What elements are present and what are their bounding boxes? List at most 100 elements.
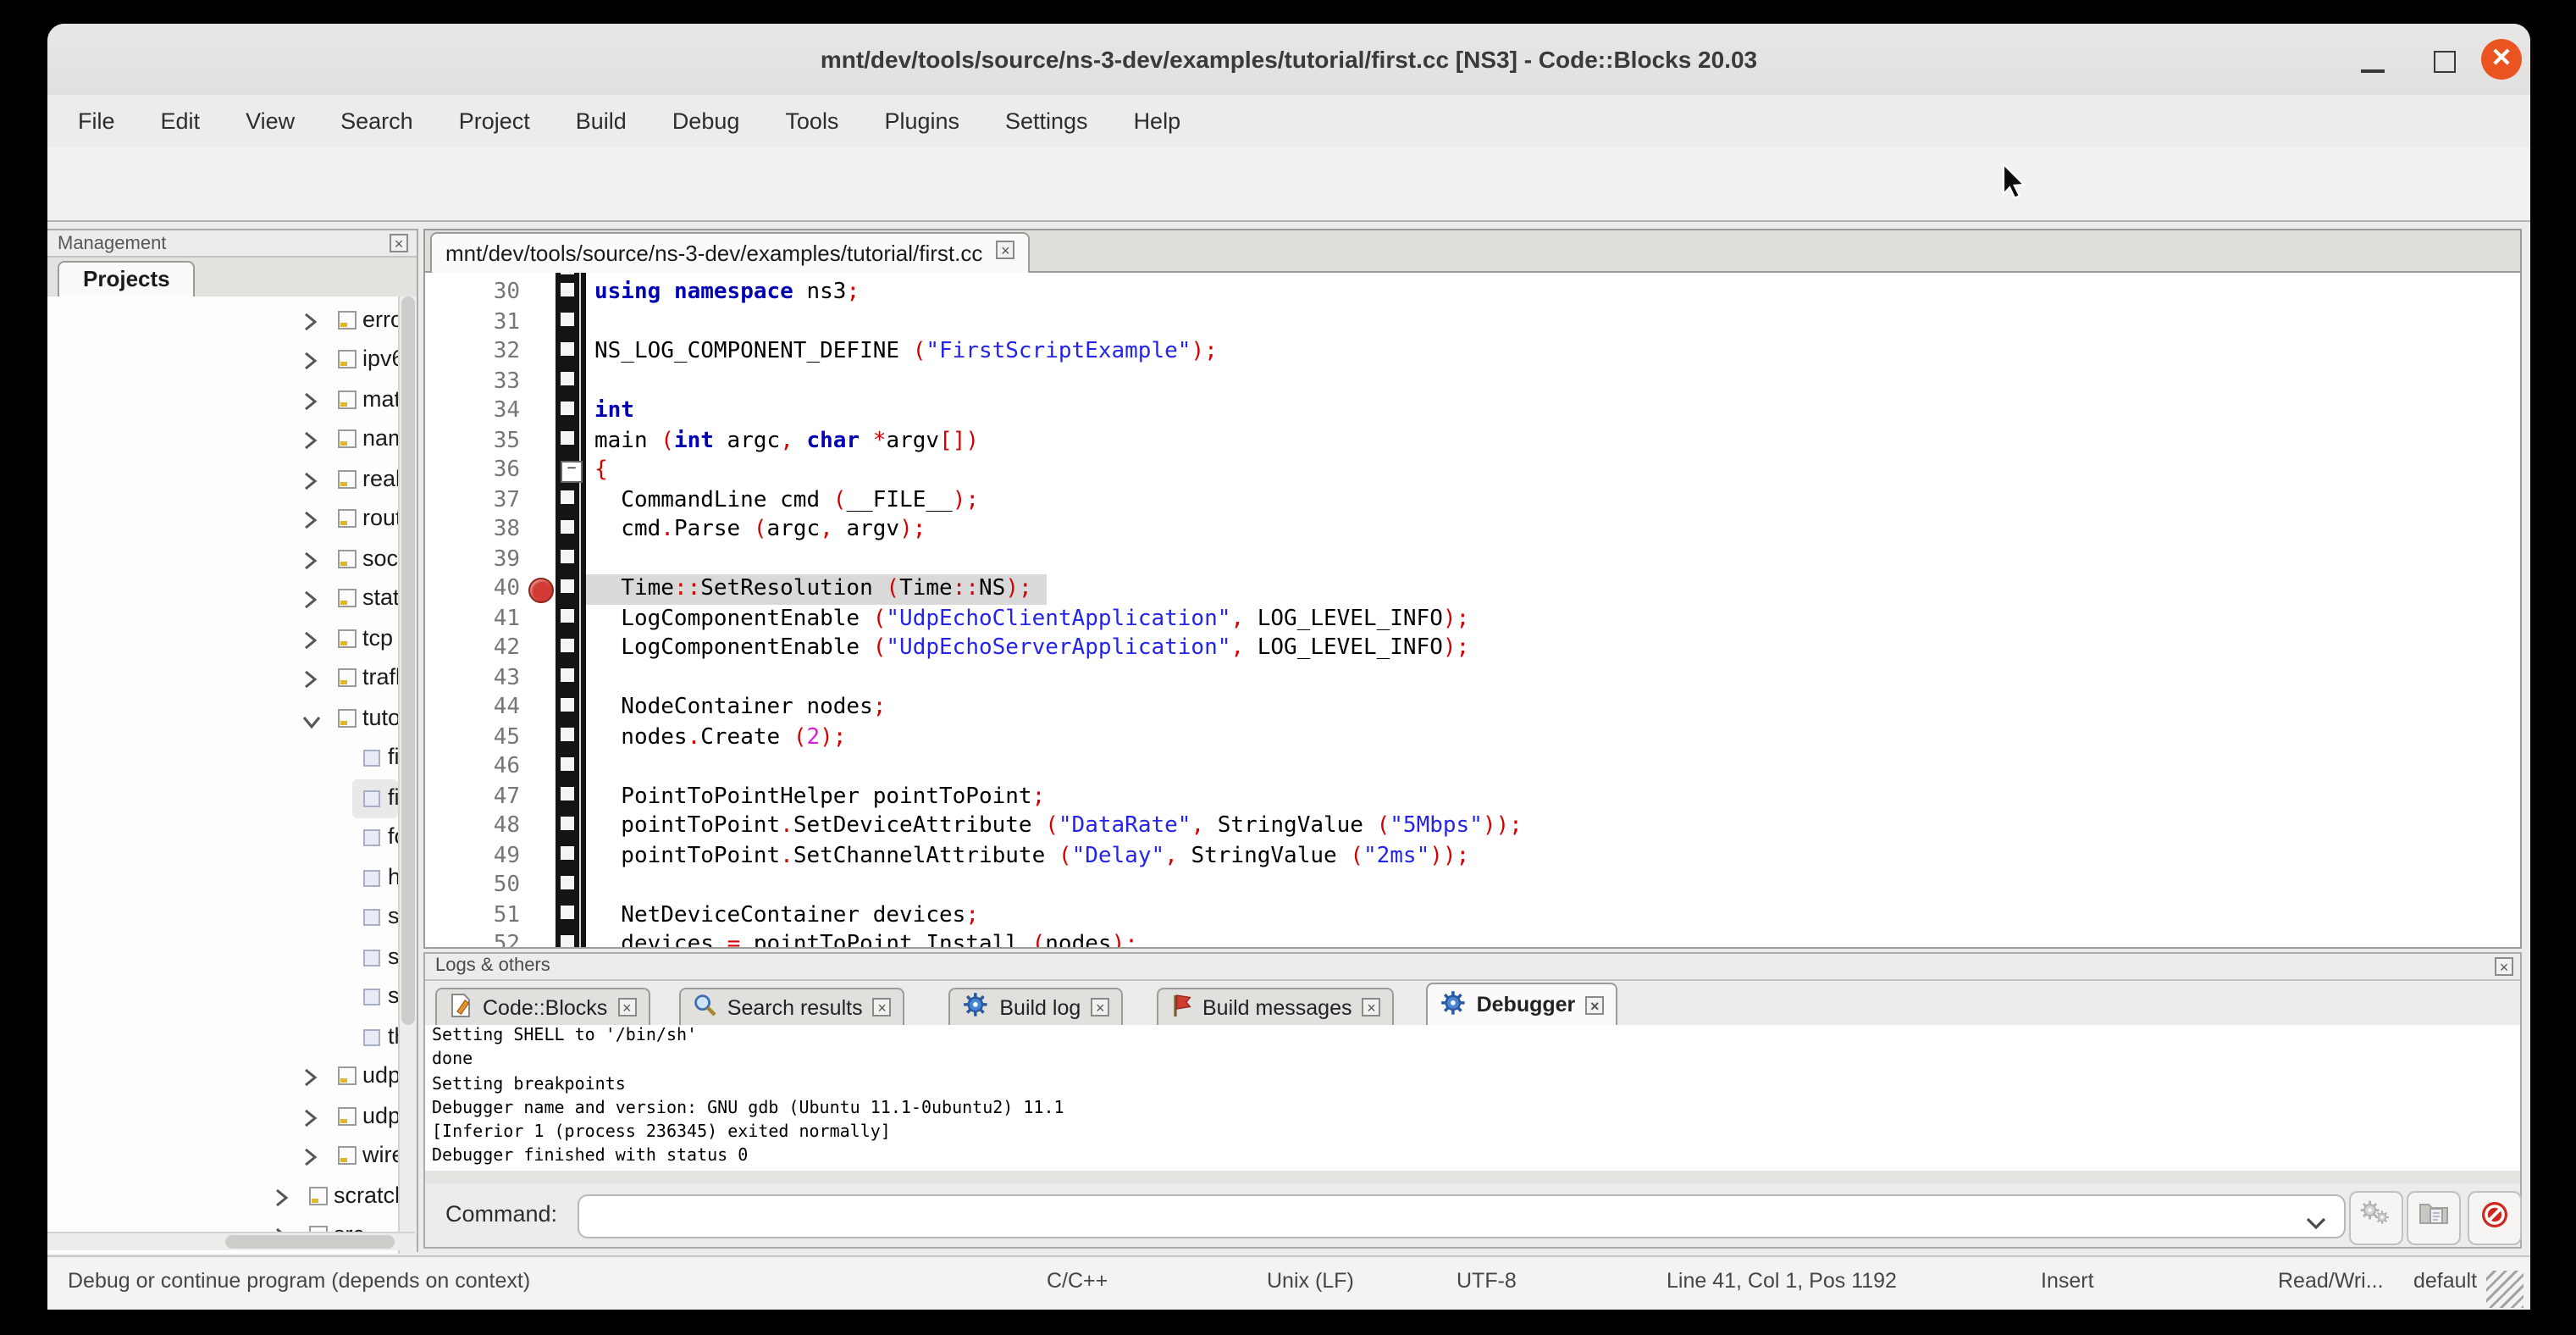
log-tab-code-blocks[interactable]: Code::Blocks× (435, 988, 650, 1027)
tree-expand-chevron-icon[interactable] (301, 550, 318, 575)
tree-collapse-chevron-icon[interactable] (301, 709, 322, 734)
tree-item-fo[interactable]: fo (47, 818, 415, 858)
tree-item-udp[interactable]: udp (47, 1057, 415, 1097)
log-tab-debugger[interactable]: Debugger× (1426, 983, 1618, 1027)
tree-expand-chevron-icon[interactable] (301, 1147, 318, 1172)
tree-item-reall[interactable]: reall (47, 460, 415, 500)
line-number[interactable]: 31 (449, 307, 520, 337)
menu-search[interactable]: Search (340, 108, 413, 134)
tree-expand-chevron-icon[interactable] (301, 590, 318, 615)
line-number[interactable]: 35 (449, 426, 520, 456)
tree-item-sock[interactable]: sock (47, 540, 415, 579)
tree-item-scratch[interactable]: scratch (47, 1177, 415, 1216)
log-tab-close-icon[interactable]: × (873, 998, 892, 1016)
tree-item-erro[interactable]: erro (47, 301, 415, 341)
clear-log-button[interactable] (2468, 1191, 2522, 1245)
menu-settings[interactable]: Settings (1005, 108, 1088, 134)
log-tab-build-log[interactable]: Build log× (948, 988, 1123, 1027)
line-number[interactable]: 30 (449, 278, 520, 307)
line-number[interactable]: 51 (449, 900, 520, 930)
line-number[interactable]: 49 (449, 841, 520, 871)
tree-item-wire[interactable]: wire (47, 1137, 415, 1177)
log-tab-search-results[interactable]: Search results× (680, 988, 905, 1027)
line-number[interactable]: 44 (449, 693, 520, 723)
log-tab-close-icon[interactable]: × (1091, 998, 1109, 1016)
tree-item-mat[interactable]: mat (47, 380, 415, 420)
tree-expand-chevron-icon[interactable] (301, 351, 318, 376)
debug-tools-button[interactable] (2349, 1191, 2403, 1245)
tree-item-stat[interactable]: stat (47, 579, 415, 619)
debugger-log[interactable]: Setting SHELL to '/bin/sh'doneSetting br… (425, 1025, 2520, 1172)
close-button[interactable]: ✕ (2481, 39, 2522, 80)
logs-close-icon[interactable]: × (2495, 957, 2513, 976)
line-number[interactable]: 34 (449, 396, 520, 426)
maximize-button[interactable] (2434, 51, 2456, 73)
menu-help[interactable]: Help (1134, 108, 1181, 134)
line-number[interactable]: 37 (449, 485, 520, 515)
menu-file[interactable]: File (78, 108, 115, 134)
tree-item-trafl[interactable]: trafl (47, 659, 415, 699)
line-number[interactable]: 33 (449, 367, 520, 396)
management-close-icon[interactable]: × (390, 234, 408, 252)
command-combobox[interactable] (578, 1194, 2346, 1238)
tree-expand-chevron-icon[interactable] (273, 1187, 290, 1212)
menu-tools[interactable]: Tools (785, 108, 838, 134)
line-number[interactable]: 43 (449, 663, 520, 693)
tree-expand-chevron-icon[interactable] (301, 470, 318, 496)
tree-item-se[interactable]: se (47, 938, 415, 978)
tree-item-tuto[interactable]: tuto (47, 699, 415, 739)
log-tab-close-icon[interactable]: × (1363, 998, 1381, 1016)
line-number[interactable]: 47 (449, 782, 520, 812)
titlebar[interactable]: mnt/dev/tools/source/ns-3-dev/examples/t… (47, 24, 2530, 97)
menu-view[interactable]: View (246, 108, 295, 134)
tree-item-ipv6[interactable]: ipv6 (47, 341, 415, 380)
tree-item-rout[interactable]: rout (47, 500, 415, 540)
command-dropdown-chevron-icon[interactable] (2305, 1210, 2327, 1240)
line-number[interactable]: 46 (449, 752, 520, 782)
menu-edit[interactable]: Edit (161, 108, 201, 134)
tree-item-udp[interactable]: udp- (47, 1097, 415, 1137)
tree-horizontal-scrollbar[interactable] (47, 1232, 415, 1250)
line-number[interactable]: 48 (449, 812, 520, 841)
tree-item-th[interactable]: th (47, 1017, 415, 1057)
line-number[interactable]: 40 (449, 574, 520, 604)
tree-item-fif[interactable]: fif (47, 739, 415, 778)
line-number[interactable]: 36 (449, 456, 520, 485)
project-tree[interactable]: erroipv6matnamreallroutsockstattcptraflt… (47, 296, 415, 1254)
tab-projects[interactable]: Projects (58, 261, 196, 302)
editor-tab-close-icon[interactable]: × (996, 241, 1014, 259)
line-number[interactable]: 50 (449, 871, 520, 900)
resize-grip[interactable] (2486, 1271, 2523, 1308)
log-tab-close-icon[interactable]: × (617, 998, 636, 1016)
tree-item-fir[interactable]: fir (47, 778, 415, 818)
line-number[interactable]: 52 (449, 930, 520, 949)
menu-project[interactable]: Project (459, 108, 530, 134)
log-horizontal-scrollbar[interactable] (425, 1171, 2520, 1184)
tree-item-nam[interactable]: nam (47, 420, 415, 460)
fold-marker[interactable]: − (561, 461, 583, 483)
line-number[interactable]: 45 (449, 723, 520, 752)
tree-expand-chevron-icon[interactable] (301, 311, 318, 336)
copy-log-button[interactable] (2407, 1191, 2461, 1245)
tree-expand-chevron-icon[interactable] (301, 1107, 318, 1133)
log-tab-build-messages[interactable]: Build messages× (1157, 988, 1395, 1027)
tree-expand-chevron-icon[interactable] (301, 629, 318, 655)
tree-item-six[interactable]: six (47, 978, 415, 1017)
tree-item-se[interactable]: se (47, 898, 415, 938)
tree-expand-chevron-icon[interactable] (301, 669, 318, 695)
tree-expand-chevron-icon[interactable] (301, 1067, 318, 1093)
tree-item-tcp[interactable]: tcp (47, 619, 415, 659)
command-input[interactable] (596, 1199, 2229, 1233)
line-number[interactable]: 42 (449, 634, 520, 663)
tree-expand-chevron-icon[interactable] (301, 510, 318, 535)
tree-expand-chevron-icon[interactable] (301, 430, 318, 456)
tree-item-he[interactable]: he (47, 858, 415, 898)
line-number[interactable]: 38 (449, 515, 520, 545)
minimize-button[interactable] (2361, 69, 2385, 73)
line-number[interactable]: 39 (449, 545, 520, 574)
breakpoint-marker[interactable] (528, 578, 554, 603)
log-tab-close-icon[interactable]: × (1585, 995, 1604, 1014)
code-editor[interactable]: 30using namespace ns3;3132NS_LOG_COMPONE… (423, 273, 2522, 949)
menu-plugins[interactable]: Plugins (884, 108, 959, 134)
line-number[interactable]: 32 (449, 337, 520, 367)
